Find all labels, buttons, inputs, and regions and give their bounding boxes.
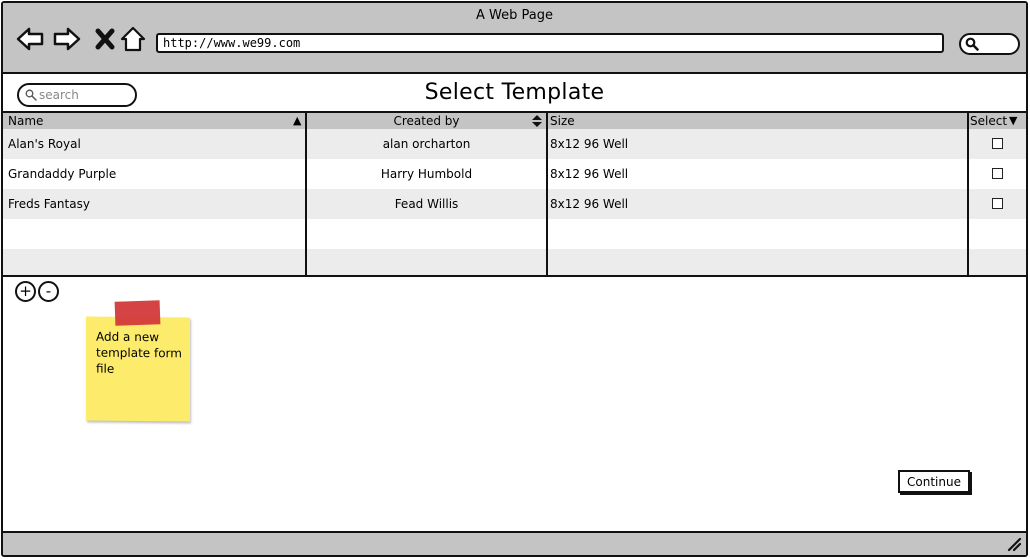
address-bar[interactable] bbox=[156, 33, 944, 53]
status-bar bbox=[3, 531, 1026, 555]
column-header-select[interactable]: Select bbox=[970, 113, 1007, 129]
cell-created-by: alan orcharton bbox=[382, 137, 471, 151]
page-title: Select Template bbox=[424, 80, 605, 105]
resize-grip-icon[interactable] bbox=[1006, 536, 1022, 552]
browser-window: A Web Page Select Template Name ▲ C bbox=[1, 1, 1028, 557]
cell-name: Alan's Royal bbox=[8, 137, 81, 151]
cell-created-by: Fead Willis bbox=[394, 197, 459, 211]
sort-both-icon[interactable] bbox=[532, 113, 542, 129]
row-select-checkbox[interactable] bbox=[992, 168, 1003, 179]
close-icon[interactable] bbox=[91, 25, 119, 53]
column-divider bbox=[305, 113, 307, 275]
table-row-empty bbox=[3, 249, 1026, 275]
browser-search-field[interactable] bbox=[959, 33, 1020, 55]
sort-ascending-icon[interactable]: ▲ bbox=[293, 113, 301, 129]
table-row[interactable]: Freds Fantasy Fead Willis 8x12 96 Well bbox=[3, 189, 1026, 219]
column-divider bbox=[967, 113, 969, 275]
cell-size: 8x12 96 Well bbox=[550, 137, 629, 151]
table-row-empty bbox=[3, 219, 1026, 249]
column-header-size[interactable]: Size bbox=[550, 113, 575, 129]
column-header-name[interactable]: Name bbox=[8, 113, 43, 129]
home-icon[interactable] bbox=[119, 25, 147, 53]
template-table: Name ▲ Created by Size Select ▼ Alan's R… bbox=[3, 113, 1026, 277]
window-title: A Web Page bbox=[476, 8, 553, 23]
zoom-out-button[interactable]: - bbox=[38, 281, 59, 302]
row-select-checkbox[interactable] bbox=[992, 198, 1003, 209]
back-arrow-icon[interactable] bbox=[16, 25, 44, 53]
table-row[interactable]: Grandaddy Purple Harry Humbold 8x12 96 W… bbox=[3, 159, 1026, 189]
sticky-note-tape bbox=[114, 300, 161, 326]
row-select-checkbox[interactable] bbox=[992, 138, 1003, 149]
page-header: Select Template bbox=[3, 74, 1026, 113]
table-row[interactable]: Alan's Royal alan orcharton 8x12 96 Well bbox=[3, 129, 1026, 159]
search-icon bbox=[965, 37, 979, 51]
column-divider bbox=[546, 113, 548, 275]
continue-button[interactable]: Continue bbox=[898, 470, 970, 493]
cell-size: 8x12 96 Well bbox=[550, 167, 629, 181]
cell-size: 8x12 96 Well bbox=[550, 197, 629, 211]
sticky-note-text: Add a new template form file bbox=[96, 329, 182, 376]
cell-name: Grandaddy Purple bbox=[8, 167, 117, 181]
table-header: Name ▲ Created by Size Select ▼ bbox=[3, 113, 1026, 129]
sort-descending-icon[interactable]: ▼ bbox=[1009, 113, 1017, 129]
zoom-in-button[interactable]: + bbox=[15, 281, 36, 302]
forward-arrow-icon[interactable] bbox=[53, 25, 81, 53]
sticky-note: Add a new template form file bbox=[86, 316, 190, 422]
column-header-created-by[interactable]: Created by bbox=[306, 113, 547, 129]
cell-name: Freds Fantasy bbox=[8, 197, 90, 211]
cell-created-by: Harry Humbold bbox=[380, 167, 473, 181]
browser-toolbar: A Web Page bbox=[3, 3, 1026, 74]
